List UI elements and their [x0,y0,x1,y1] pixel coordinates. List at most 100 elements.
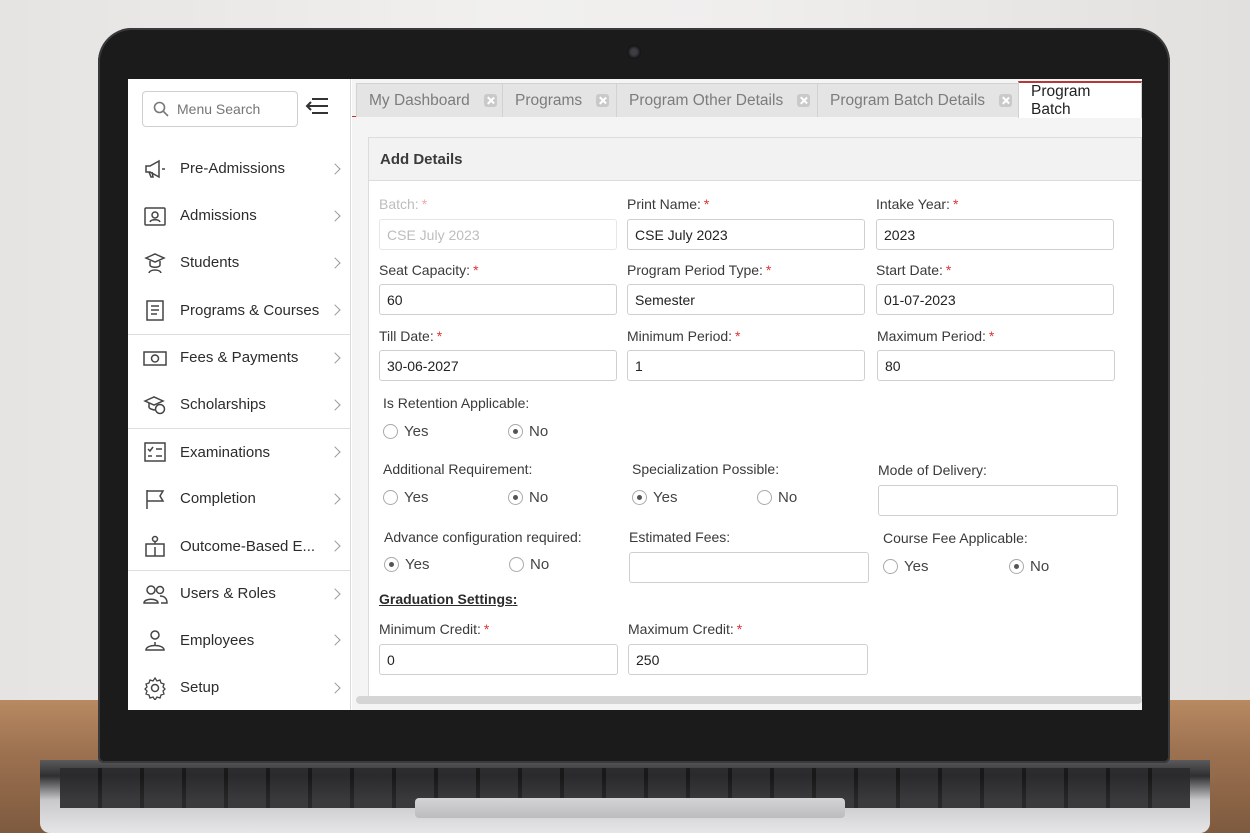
tab-my-dashboard[interactable]: My Dashboard [356,83,510,117]
sidebar-item-admissions[interactable]: Admissions [128,192,351,239]
sidebar: Pre-Admissions Admissions Students [128,79,351,710]
sidebar-item-pre-admissions[interactable]: Pre-Admissions [128,145,351,192]
close-tab-icon[interactable] [596,94,610,107]
sidebar-item-completion[interactable]: Completion [128,475,351,522]
chevron-right-icon [329,588,341,600]
sidebar-item-outcome-based[interactable]: Outcome-Based E... [128,523,351,570]
seat-capacity-field[interactable]: 60 [379,284,617,315]
collapse-menu-icon[interactable] [304,95,330,117]
sidebar-item-fees-payments[interactable]: Fees & Payments [128,333,351,381]
sidebar-item-employees[interactable]: Employees [128,617,351,664]
print-name-field[interactable]: CSE July 2023 [627,219,865,250]
checklist-icon [142,440,168,464]
tab-bar: My Dashboard Programs Program Other Deta… [352,79,1142,118]
webcam [627,45,641,59]
additional-requirement-yes-radio[interactable]: Yes [383,489,428,506]
sidebar-item-label: Students [180,254,240,272]
close-tab-icon[interactable] [483,94,497,107]
search-icon [153,101,169,117]
sidebar-item-label: Fees & Payments [180,349,299,367]
maximum-period-label: Maximum Period: * [877,328,995,344]
till-date-field[interactable]: 30-06-2027 [379,350,617,381]
minimum-credit-field[interactable]: 0 [379,644,618,675]
program-period-type-field[interactable]: Semester [627,284,865,315]
sidebar-item-label: Completion [180,490,256,508]
laptop-screen: Pre-Admissions Admissions Students [128,79,1142,710]
book-icon [142,298,168,322]
radio-circle [509,557,524,572]
sidebar-item-students[interactable]: Students [128,239,351,286]
close-tab-icon[interactable] [797,94,811,107]
advance-config-no-radio[interactable]: No [509,556,549,573]
tab-program-other-details[interactable]: Program Other Details [616,83,824,117]
menu-search-box[interactable] [142,91,298,127]
course-fee-yes-radio[interactable]: Yes [883,558,928,575]
intake-year-field[interactable]: 2023 [876,219,1114,250]
tab-label: Programs [515,91,583,109]
sidebar-item-scholarships[interactable]: Scholarships [128,381,351,428]
hierarchy-icon [142,534,168,558]
estimated-fees-field[interactable] [629,552,869,583]
add-details-panel: Add Details Batch: * CSE July 2023 Print … [368,137,1142,697]
minimum-period-field[interactable]: 1 [627,350,865,381]
close-tab-icon[interactable] [999,94,1013,107]
chevron-right-icon [329,634,341,647]
minimum-credit-label: Minimum Credit: * [379,621,490,637]
advance-config-label: Advance configuration required: [384,529,582,545]
additional-requirement-no-radio[interactable]: No [508,489,548,506]
radio-circle-selected [1009,559,1024,574]
money-icon [142,346,168,370]
sidebar-item-label: Employees [180,631,255,649]
chevron-right-icon [329,257,341,269]
chevron-right-icon [329,446,341,458]
main-content: My Dashboard Programs Program Other Deta… [352,79,1142,710]
chevron-right-icon [329,162,341,175]
sidebar-item-examinations[interactable]: Examinations [128,428,351,475]
tab-program-batch[interactable]: Program Batch [1018,81,1142,118]
gear-icon [142,676,168,700]
chevron-right-icon [329,540,341,552]
graduate-icon [142,251,168,275]
retention-yes-radio[interactable]: Yes [383,423,428,440]
users-icon [142,582,168,606]
tab-label: Program Batch [1031,82,1091,118]
menu-search-input[interactable] [177,101,287,117]
mode-of-delivery-field[interactable] [878,485,1118,516]
tab-program-batch-details[interactable]: Program Batch Details [817,83,1026,117]
maximum-period-field[interactable]: 80 [877,350,1115,381]
sidebar-item-label: Scholarships [180,396,266,414]
minimum-period-label: Minimum Period: * [627,328,741,344]
specialization-no-radio[interactable]: No [757,489,797,506]
mode-of-delivery-label: Mode of Delivery: [878,462,987,478]
retention-no-radio[interactable]: No [508,423,548,440]
radio-circle [757,490,772,505]
start-date-field[interactable]: 01-07-2023 [876,284,1114,315]
course-fee-no-radio[interactable]: No [1009,558,1049,575]
horizontal-scrollbar[interactable] [356,696,1142,704]
advance-config-yes-radio[interactable]: Yes [384,556,429,573]
sidebar-item-label: Admissions [180,207,257,225]
radio-circle-selected [632,490,647,505]
employee-icon [142,628,168,652]
tab-label: Program Batch Details [830,91,986,109]
sidebar-item-setup[interactable]: Setup [128,664,351,710]
specialization-label: Specialization Possible: [632,461,780,477]
intake-year-label: Intake Year: * [876,196,959,212]
megaphone-icon [142,157,168,181]
start-date-label: Start Date: * [876,262,952,278]
radio-circle-selected [508,424,523,439]
maximum-credit-field[interactable]: 250 [628,644,868,675]
radio-circle [883,559,898,574]
specialization-yes-radio[interactable]: Yes [632,489,677,506]
tab-programs[interactable]: Programs [502,83,623,117]
print-name-label: Print Name: * [627,196,710,212]
laptop-trackpad [415,798,845,818]
radio-circle [383,424,398,439]
sidebar-item-programs-courses[interactable]: Programs & Courses [128,287,351,334]
additional-requirement-label: Additional Requirement: [383,461,533,477]
maximum-credit-label: Maximum Credit: * [628,621,743,637]
tab-label: My Dashboard [369,91,470,109]
flag-icon [142,487,168,511]
radio-circle-selected [384,557,399,572]
sidebar-item-users-roles[interactable]: Users & Roles [128,569,351,617]
